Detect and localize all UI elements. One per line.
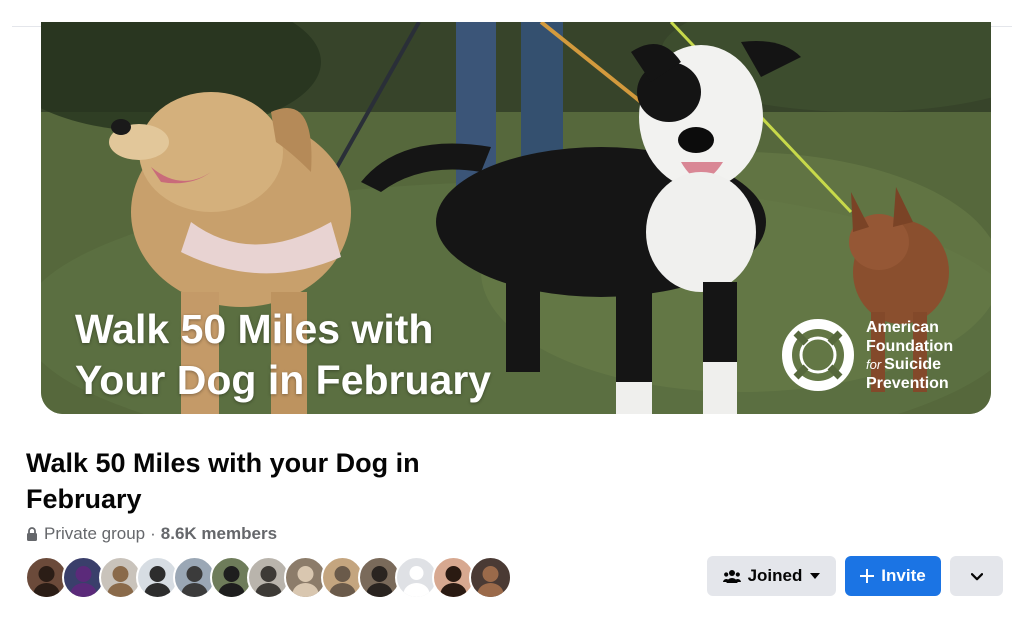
profile-photo	[33, 566, 60, 597]
joined-button[interactable]: Joined	[707, 556, 836, 596]
invite-button[interactable]: Invite	[845, 556, 941, 596]
default-profile-icon	[403, 566, 430, 597]
people-icon	[722, 568, 741, 584]
group-header: Walk 50 Miles with Your Dog in February …	[0, 0, 1024, 627]
profile-photo	[292, 566, 319, 597]
profile-photo	[70, 566, 97, 597]
member-avatar-row	[25, 556, 512, 599]
afsp-logo: American Foundation for Suicide Preventio…	[782, 319, 982, 399]
invite-label: Invite	[881, 566, 926, 585]
profile-photo	[440, 566, 467, 597]
group-meta: Private group · 8.6K members	[26, 524, 277, 544]
caret-down-icon	[810, 573, 821, 579]
profile-photo	[107, 566, 134, 597]
profile-photo	[477, 566, 504, 597]
chevron-down-icon	[970, 566, 983, 586]
cover-headline: Walk 50 Miles with Your Dog in February	[75, 306, 492, 403]
profile-photo	[366, 566, 393, 597]
joined-label: Joined	[747, 566, 803, 585]
life-ring-icon	[782, 319, 854, 391]
profile-photo	[181, 566, 208, 597]
separator: ·	[150, 524, 156, 543]
more-options-button[interactable]	[950, 556, 1003, 596]
profile-photo	[218, 566, 245, 597]
lock-icon	[27, 527, 37, 541]
profile-photo	[144, 566, 171, 597]
member-avatar-13[interactable]	[469, 556, 512, 599]
afsp-wordmark: American Foundation for Suicide Preventio…	[866, 319, 954, 392]
profile-photo	[329, 566, 356, 597]
member-count[interactable]: 8.6K members	[161, 524, 277, 544]
profile-photo	[255, 566, 282, 597]
group-title[interactable]: Walk 50 Miles with your Dog in February	[26, 445, 506, 517]
cover-photo[interactable]: Walk 50 Miles with Your Dog in February …	[41, 22, 991, 414]
plus-icon	[860, 569, 875, 583]
privacy-label[interactable]: Private group	[44, 524, 145, 544]
